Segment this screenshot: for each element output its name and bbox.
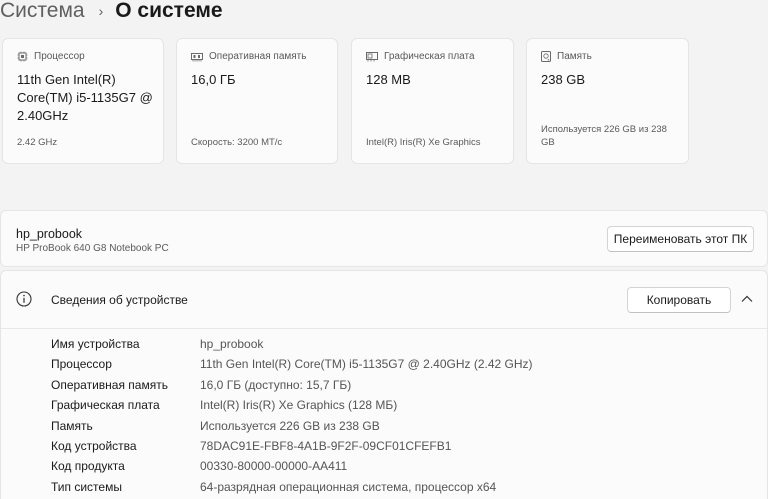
spec-value: Используется 226 GB из 238 GB — [200, 418, 380, 433]
device-details-header[interactable]: Сведения об устройстве Копировать — [1, 271, 767, 329]
copy-button[interactable]: Копировать — [627, 287, 731, 313]
device-details-title: Сведения об устройстве — [51, 293, 188, 307]
spec-value: hp_probook — [200, 337, 264, 351]
breadcrumb-parent-link[interactable]: Система — [0, 0, 85, 23]
pc-name: hp_probook — [16, 227, 83, 241]
card-label: Графическая плата — [384, 51, 475, 62]
device-details-section: Сведения об устройстве Копировать Имя ус… — [0, 270, 768, 499]
spec-row-processor: Процессор 11th Gen Intel(R) Core(TM) i5-… — [1, 357, 767, 375]
spec-label: Оперативная память — [51, 377, 168, 392]
storage-icon — [541, 51, 551, 62]
card-subtext: Используется 226 GB из 238 GB — [541, 124, 667, 148]
graphics-card: Графическая плата 128 MB Intel(R) Iris(R… — [351, 38, 514, 164]
card-value: 16,0 ГБ — [191, 72, 236, 87]
spec-value: 16,0 ГБ (доступно: 15,7 ГБ) — [200, 377, 352, 392]
chevron-right-icon: › — [98, 3, 104, 19]
memory-icon — [191, 52, 203, 61]
card-value: 11th Gen Intel(R) Core(TM) i5-1135G7 @ 2… — [17, 72, 153, 123]
spec-row-system-type: Тип системы 64-разрядная операционная си… — [1, 480, 767, 498]
spec-label: Память — [51, 418, 93, 433]
pc-model: HP ProBook 640 G8 Notebook PC — [16, 243, 169, 254]
spec-label: Процессор — [51, 357, 112, 372]
card-subtext: Скорость: 3200 MT/c — [191, 137, 283, 148]
spec-label: Имя устройства — [51, 337, 140, 351]
breadcrumb: Система › О системе — [0, 0, 223, 28]
spec-row-device-name: Имя устройства hp_probook — [1, 337, 767, 355]
info-icon — [16, 291, 32, 307]
spec-cards: Процессор 11th Gen Intel(R) Core(TM) i5-… — [0, 38, 768, 165]
card-header: Оперативная память — [191, 51, 306, 62]
spec-value: 00330-80000-00000-AA411 — [200, 459, 348, 474]
spec-row-ram: Оперативная память 16,0 ГБ (доступно: 15… — [1, 378, 767, 396]
processor-card: Процессор 11th Gen Intel(R) Core(TM) i5-… — [2, 38, 164, 164]
rename-pc-button[interactable]: Переименовать этот ПК — [607, 226, 754, 252]
processor-icon — [17, 51, 28, 62]
card-label: Оперативная память — [209, 51, 307, 62]
storage-card: Память 238 GB Используется 226 GB из 238… — [526, 38, 689, 164]
card-label: Процессор — [34, 51, 85, 62]
spec-label: Код продукта — [51, 459, 125, 474]
spec-row-device-id: Код устройства 78DAC91E-FBF8-4A1B-9F2F-0… — [1, 439, 767, 457]
chevron-up-icon[interactable] — [741, 295, 753, 303]
card-subtext: 2.42 GHz — [17, 137, 58, 148]
card-header: Процессор — [17, 51, 85, 62]
spec-row-graphics: Графическая плата Intel(R) Iris(R) Xe Gr… — [1, 398, 767, 416]
page-title: О системе — [115, 0, 223, 22]
card-header: Память — [541, 51, 592, 62]
spec-value: 11th Gen Intel(R) Core(TM) i5-1135G7 @ 2… — [200, 357, 533, 372]
spec-row-product-id: Код продукта 00330-80000-00000-AA411 — [1, 459, 767, 477]
spec-row-storage: Память Используется 226 GB из 238 GB — [1, 419, 767, 437]
spec-value: 78DAC91E-FBF8-4A1B-9F2F-09CF01CFEFB1 — [200, 439, 452, 453]
spec-value: Intel(R) Iris(R) Xe Graphics (128 МБ) — [200, 398, 398, 413]
spec-label: Графическая плата — [51, 398, 160, 413]
card-header: Графическая плата — [366, 51, 475, 62]
spec-label: Тип системы — [51, 479, 122, 494]
memory-card: Оперативная память 16,0 ГБ Скорость: 320… — [176, 38, 338, 164]
pc-name-card: hp_probook HP ProBook 640 G8 Notebook PC… — [0, 210, 768, 267]
graphics-card-icon — [366, 51, 378, 61]
spec-label: Код устройства — [51, 439, 137, 453]
card-label: Память — [557, 51, 592, 62]
card-subtext: Intel(R) Iris(R) Xe Graphics — [366, 137, 481, 148]
spec-value: 64-разрядная операционная система, проце… — [200, 479, 497, 494]
card-value: 128 MB — [366, 72, 411, 87]
card-value: 238 GB — [541, 72, 586, 87]
